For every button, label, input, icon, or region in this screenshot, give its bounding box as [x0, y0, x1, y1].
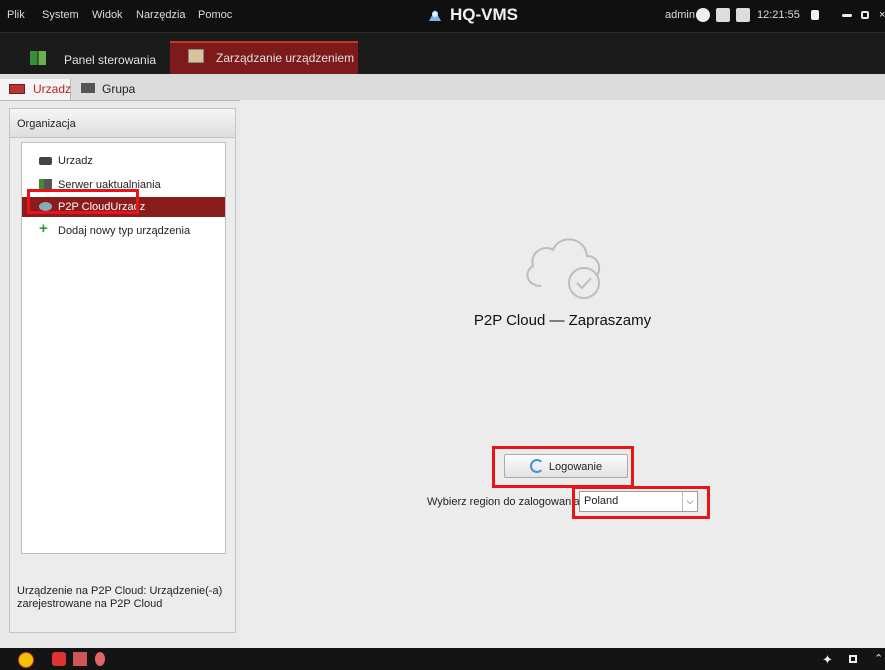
plus-icon: +: [39, 220, 48, 237]
tab-label: Urzadz: [33, 82, 72, 96]
region-label: Wybierz region do zalogowania: [427, 496, 580, 508]
chevron-down-icon[interactable]: ⌵: [682, 492, 697, 511]
panel-footnote: Urządzenie na P2P Cloud: Urządzenie(-a) …: [17, 585, 223, 610]
menu-pomoc[interactable]: Pomoc: [198, 9, 232, 21]
app-logo-icon: [427, 7, 443, 26]
restore-icon[interactable]: [849, 655, 857, 663]
speaker-icon[interactable]: [95, 652, 105, 666]
lock-icon[interactable]: [811, 10, 819, 20]
tab-label: Zarządzanie urządzeniem: [216, 51, 355, 65]
username: admin: [665, 9, 695, 21]
server-icon: [39, 179, 52, 190]
menu-system[interactable]: System: [42, 9, 79, 21]
title-bar: Plik System Widok Narzędzia Pomoc HQ-VMS…: [0, 0, 885, 32]
event-icon[interactable]: [73, 652, 87, 666]
folder-icon: [81, 83, 95, 93]
tree-item-p2p-cloud[interactable]: P2P CloudUrzadz: [22, 197, 225, 217]
device-type-tree: Urzadz Serwer uaktualniania P2P CloudUrz…: [21, 142, 226, 554]
login-button-label: Logowanie: [548, 461, 603, 473]
pin-icon[interactable]: ✦: [822, 652, 836, 667]
tab-panel-sterowania[interactable]: Panel sterowania: [10, 43, 158, 75]
tree-item-dodaj[interactable]: + Dodaj nowy typ urządzenia: [22, 219, 225, 243]
menu-widok[interactable]: Widok: [92, 9, 123, 21]
clock: 12:21:55: [757, 9, 800, 21]
tree-item-label: P2P CloudUrzadz: [58, 201, 146, 213]
app-title: HQ-VMS: [450, 5, 518, 24]
tab-label: Grupa: [102, 82, 136, 96]
device-icon: [9, 84, 25, 94]
tree-item-label: Urzadz: [58, 155, 93, 167]
status-bar: ✦ ⌃: [0, 648, 885, 670]
sub-tab-bar: Urzadz Grupa: [0, 74, 885, 101]
cpu-icon: [716, 8, 730, 22]
region-value: Poland: [584, 495, 619, 507]
main-nav-bar: Panel sterowania Zarządzanie urządzeniem: [0, 32, 885, 75]
user-alert-icon[interactable]: [52, 652, 66, 666]
welcome-text: P2P Cloud — Zapraszamy: [473, 312, 652, 329]
globe-icon[interactable]: [696, 8, 710, 22]
close-icon[interactable]: ×: [879, 9, 885, 23]
tab-grupa[interactable]: Grupa: [78, 79, 148, 100]
panel-title: Organizacja: [17, 118, 76, 130]
alarm-icon[interactable]: [18, 652, 34, 668]
p2p-cloud-main: P2P Cloud — Zapraszamy Logowanie Wybierz…: [240, 100, 885, 648]
tree-item-label: Serwer uaktualniania: [58, 179, 161, 191]
tab-urzadz[interactable]: Urzadz: [0, 79, 71, 100]
organization-panel: Organizacja Urzadz Serwer uaktualniania …: [9, 108, 236, 633]
tab-zarzadzanie-urzadzeniem[interactable]: Zarządzanie urządzeniem: [170, 41, 358, 75]
menu-narzedzia[interactable]: Narzędzia: [136, 9, 186, 21]
dashboard-icon: [30, 51, 46, 65]
tree-item-label: Dodaj nowy typ urządzenia: [58, 225, 191, 237]
maximize-icon[interactable]: [861, 11, 869, 19]
login-button[interactable]: Logowanie: [504, 454, 628, 478]
cloud-check-icon: [519, 228, 605, 303]
loading-icon: [529, 459, 544, 473]
dvr-icon: [39, 157, 52, 165]
menu-plik[interactable]: Plik: [7, 9, 25, 21]
tree-item-urzadz[interactable]: Urzadz: [22, 149, 225, 173]
cloud-device-icon: [39, 202, 52, 211]
device-management-icon: [188, 49, 204, 63]
tab-label: Panel sterowania: [64, 53, 157, 67]
ram-icon: [736, 8, 750, 22]
expand-icon[interactable]: ⌃: [874, 652, 885, 666]
tree-item-serwer[interactable]: Serwer uaktualniania: [22, 173, 225, 197]
minimize-icon[interactable]: [842, 14, 852, 17]
region-select[interactable]: Poland ⌵: [579, 491, 698, 512]
panel-header: Organizacja: [10, 109, 235, 138]
